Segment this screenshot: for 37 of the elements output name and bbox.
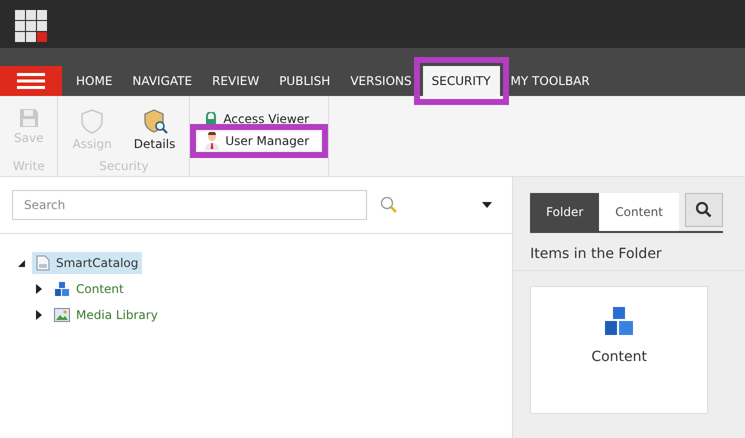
cubes-icon	[603, 305, 636, 337]
ribbon-tab[interactable]: PUBLISH	[270, 66, 340, 96]
person-icon	[204, 132, 220, 150]
dropdown-caret-icon[interactable]	[482, 202, 492, 208]
shield-icon	[79, 108, 106, 134]
lock-icon	[204, 112, 218, 126]
app-logo-icon[interactable]	[15, 10, 47, 42]
ribbon-tab[interactable]: SECURITY	[422, 66, 500, 96]
ribbon-tab[interactable]: REVIEW	[203, 66, 268, 96]
ribbon-tab[interactable]: HOME	[67, 66, 122, 96]
ribbon-tab[interactable]: MY TOOLBAR	[502, 66, 599, 96]
tree-item[interactable]: Media Library	[50, 305, 162, 325]
search-icon	[695, 201, 713, 219]
expand-arrow-icon[interactable]	[36, 284, 44, 294]
collapse-arrow-icon[interactable]	[18, 260, 26, 266]
panel-tab[interactable]: Folder	[530, 193, 600, 231]
page-icon	[36, 255, 50, 271]
cubes-icon	[54, 281, 70, 297]
tree-item[interactable]: SmartCatalog	[32, 252, 142, 274]
image-icon	[54, 308, 70, 322]
expand-arrow-icon[interactable]	[36, 310, 44, 320]
menu-icon	[17, 73, 45, 89]
folder-item-tile[interactable]: Content	[530, 286, 708, 414]
shield-search-icon	[142, 108, 168, 134]
ribbon-button[interactable]: Access Viewer	[198, 110, 320, 128]
search-field[interactable]: Search	[12, 190, 367, 220]
search-icon[interactable]	[379, 195, 399, 215]
ribbon-tab[interactable]: NAVIGATE	[123, 66, 202, 96]
search-button[interactable]	[685, 193, 723, 227]
save-icon	[18, 108, 39, 128]
menu-button[interactable]	[0, 66, 62, 96]
ribbon-tab[interactable]: VERSIONS	[341, 66, 421, 96]
section-heading: Items in the Folder	[513, 233, 745, 271]
panel-tab[interactable]: Content	[599, 193, 679, 231]
ribbon-button[interactable]: Details	[128, 96, 182, 159]
tree-item[interactable]: Content	[50, 278, 128, 300]
ribbon-button[interactable]: User Manager	[198, 132, 320, 150]
